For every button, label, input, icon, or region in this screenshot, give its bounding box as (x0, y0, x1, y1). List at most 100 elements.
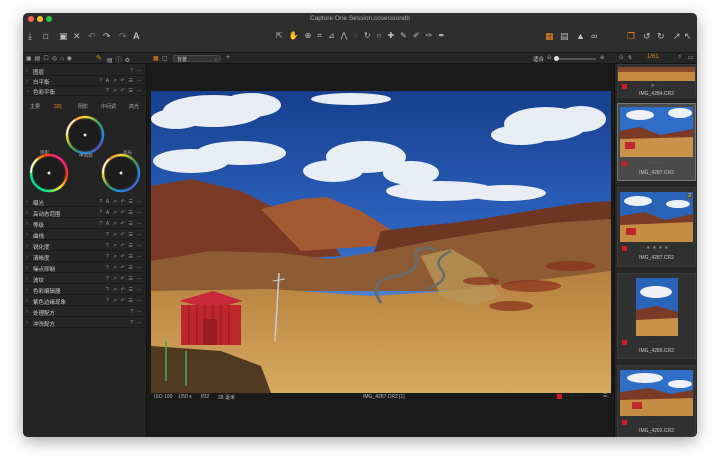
viewer-grid-icon[interactable]: ▦ (153, 55, 159, 62)
sort-icon[interactable]: ⇅ (628, 55, 632, 61)
picker-icon[interactable]: ✑ (426, 31, 433, 41)
crop-icon[interactable]: ⌗ (317, 31, 322, 41)
tool-row-noise-reduction[interactable]: › 噪点抑制 ? ↗ ↶ ☰ ⋯ (23, 263, 147, 273)
browser-options-icon[interactable]: ▭ (688, 54, 694, 61)
tool-actions[interactable]: ? ↗ ↶ ☰ ⋯ (106, 298, 143, 304)
main-photo[interactable] (151, 91, 611, 393)
tool-row-moire[interactable]: › 波纹 ? ↗ ↶ ☰ ⋯ (23, 274, 147, 284)
rotate-tool-icon[interactable]: ↻ (364, 31, 371, 41)
tool-actions[interactable]: ? A ↗ ↶ ☰ ⋯ (99, 78, 143, 84)
camera-icon[interactable]: ◘ (43, 31, 48, 41)
undo-icon[interactable]: ↶ (88, 31, 96, 41)
tool-actions[interactable]: ? ↗ ↶ ☰ ⋯ (106, 265, 143, 271)
reset-adjustments-icon[interactable]: ↖ (684, 31, 692, 41)
export-icon[interactable]: ▣ (59, 31, 68, 41)
tool-actions[interactable]: ? A ↗ ↶ ☰ ⋯ (99, 199, 143, 205)
tool-row-purple-fringing[interactable]: › 紫色边缘现象 ? ↗ ↶ ☰ ⋯ (23, 296, 147, 306)
rating-stars[interactable]: ····· (618, 339, 695, 345)
tool-row-white-balance[interactable]: › 白平衡 ? A ↗ ↶ ☰ ⋯ (23, 76, 147, 86)
tool-actions[interactable]: ? ⋯ (130, 309, 143, 315)
text-icon[interactable]: A (133, 31, 140, 41)
rotate-left-icon[interactable]: ↺ (643, 31, 651, 41)
rating-stars[interactable]: ····· (618, 160, 695, 166)
tool-row-hdr[interactable]: › 高动态范围 ? A ↗ ↶ ☰ ⋯ (23, 208, 147, 218)
tool-actions[interactable]: ? ↗ ↶ ☰ ⋯ (106, 243, 143, 249)
viewer-single-icon[interactable]: ▢ (162, 55, 168, 62)
zoom-slider-handle[interactable] (554, 56, 559, 61)
straighten-icon[interactable]: ⊿ (328, 31, 335, 41)
tool-actions[interactable]: ? ⋯ (130, 68, 143, 74)
tab-highlights[interactable]: 高光 (129, 103, 139, 110)
copy-adjustments-icon[interactable]: ❐ (627, 31, 635, 41)
tool-actions[interactable]: ? ↗ ↶ ☰ ⋯ (106, 254, 143, 260)
highlights-wheel[interactable] (101, 153, 141, 193)
tab-shadows[interactable]: 阴影 (78, 103, 88, 110)
tab-master[interactable]: 主要 (30, 103, 40, 110)
rating-stars[interactable]: ·★··· (618, 83, 695, 89)
image-viewer[interactable]: ISO 100 1/50 s f/22 28 毫米 IMG_4287.CR2 [… (148, 64, 614, 437)
color-picker-icon[interactable]: ✒ (438, 31, 445, 41)
layout-icon[interactable]: ▦ (545, 31, 554, 41)
tab-midtones[interactable]: 中间调 (101, 103, 116, 110)
gradient-icon[interactable]: ✐ (413, 31, 420, 41)
thumbnail-item[interactable]: 2 ·★★★★ IMG_4287.CR2 (617, 187, 696, 267)
zoom-in-icon[interactable]: ⊕ (600, 55, 604, 61)
apply-adjustments-icon[interactable]: ↗ (673, 31, 681, 41)
tool-row-exposure[interactable]: › 曝光 ? A ↗ ↶ ☰ ⋯ (23, 197, 147, 207)
tool-row-process-recipes[interactable]: › 处理配方 ? ⋯ (23, 307, 147, 317)
add-layer-icon[interactable]: + (226, 54, 230, 61)
tool-actions[interactable]: ? ↗ ↶ ☰ ⋯ (106, 88, 143, 94)
spot-icon[interactable]: ◌ (353, 31, 358, 41)
tool-actions[interactable]: ? ↗ ↶ ☰ ⋯ (106, 232, 143, 238)
redo-icon[interactable]: ↷ (103, 31, 111, 41)
rotate-right-icon[interactable]: ↻ (657, 31, 665, 41)
zoom-out-icon[interactable]: ⊖ (547, 55, 551, 61)
menu-icon[interactable]: ☰ (603, 393, 607, 399)
tool-row-color-balance[interactable]: ⌄ 色彩平衡 ? ↗ ↶ ☰ ⋯ (23, 86, 147, 96)
tool-row-clarity[interactable]: › 清晰度 ? ↗ ↶ ☰ ⋯ (23, 252, 147, 262)
thumbnail-item[interactable]: ····· IMG_4292.CR2 (617, 365, 696, 437)
tool-row-sharpening[interactable]: › 锐化度 ? ↗ ↶ ☰ ⋯ (23, 241, 147, 251)
color-tag[interactable] (557, 394, 562, 399)
layer-selector[interactable]: 背景 ⌄ (173, 55, 221, 63)
delete-icon[interactable]: ✕ (73, 31, 81, 41)
tool-row-layers[interactable]: › 图层 ? ⋯ (23, 66, 147, 76)
circle-icon[interactable]: ○ (377, 31, 382, 41)
heal-icon[interactable]: ✚ (387, 31, 394, 41)
tool-actions[interactable]: ? A ↗ ↶ ☰ ⋯ (99, 210, 143, 216)
tool-actions[interactable]: ? ↗ ↶ ☰ ⋯ (106, 287, 143, 293)
rating-stars[interactable]: ·★★★★ (618, 245, 695, 251)
grid-icon[interactable]: ▤ (560, 31, 569, 41)
zoom-slider[interactable] (554, 56, 596, 61)
brush-icon[interactable]: ✎ (400, 31, 407, 41)
redo-alt-icon[interactable]: ↷ (119, 31, 127, 41)
tab-3-way[interactable]: 3向 (54, 103, 62, 110)
keystone-icon[interactable]: ⋀ (341, 31, 348, 41)
tool-row-output-recipes[interactable]: › 冲洗配方 ? ⋯ (23, 318, 147, 328)
glasses-icon[interactable]: ∞ (591, 31, 597, 41)
browser-view-icon[interactable]: ⊙ (619, 55, 623, 61)
tool-row-levels[interactable]: › 等级 ? A ↗ ↶ ☰ ⋯ (23, 219, 147, 229)
search-icon[interactable]: ⌕ (678, 54, 681, 61)
tool-row-curve[interactable]: › 曲线 ? ↗ ↶ ☰ ⋯ (23, 230, 147, 240)
zoom-fit-label[interactable]: 适合 (533, 55, 544, 63)
thumbnail-item[interactable]: ····· IMG_4289.CR2 (617, 273, 696, 359)
rating-stars[interactable]: ····· (618, 419, 695, 425)
shadows-wheel[interactable] (29, 153, 69, 193)
thumbnail-item[interactable]: ·★··· IMG_4284.CR2 (617, 64, 696, 98)
pan-cursor-icon[interactable]: ✋ (289, 31, 299, 41)
thumbnail-item[interactable]: ····· IMG_4287.CR2 (617, 103, 696, 181)
tool-tabs-icons[interactable]: ▣▤☐◎⌂◉ (26, 55, 75, 62)
midtones-wheel[interactable] (65, 115, 105, 155)
more-tabs-icons[interactable]: ▤ⓘ⚙ (107, 55, 133, 64)
select-cursor-icon[interactable]: ⇱ (276, 31, 283, 41)
zoom-cursor-icon[interactable]: ⊕ (305, 31, 312, 41)
rating-stars[interactable]: ····· (566, 393, 583, 399)
tool-row-color-editor[interactable]: › 色彩编辑器 ? ↗ ↶ ☰ ⋯ (23, 285, 147, 295)
tool-actions[interactable]: ? A ↗ ↶ ☰ ⋯ (99, 221, 143, 227)
import-icon[interactable]: ⤓ (28, 31, 32, 41)
tool-actions[interactable]: ? ⋯ (130, 320, 143, 326)
tool-actions[interactable]: ? ↗ ↶ ☰ ⋯ (106, 276, 143, 282)
adjust-tab-icon[interactable]: ✎ (96, 54, 102, 62)
warning-icon[interactable]: ▲ (576, 31, 585, 41)
